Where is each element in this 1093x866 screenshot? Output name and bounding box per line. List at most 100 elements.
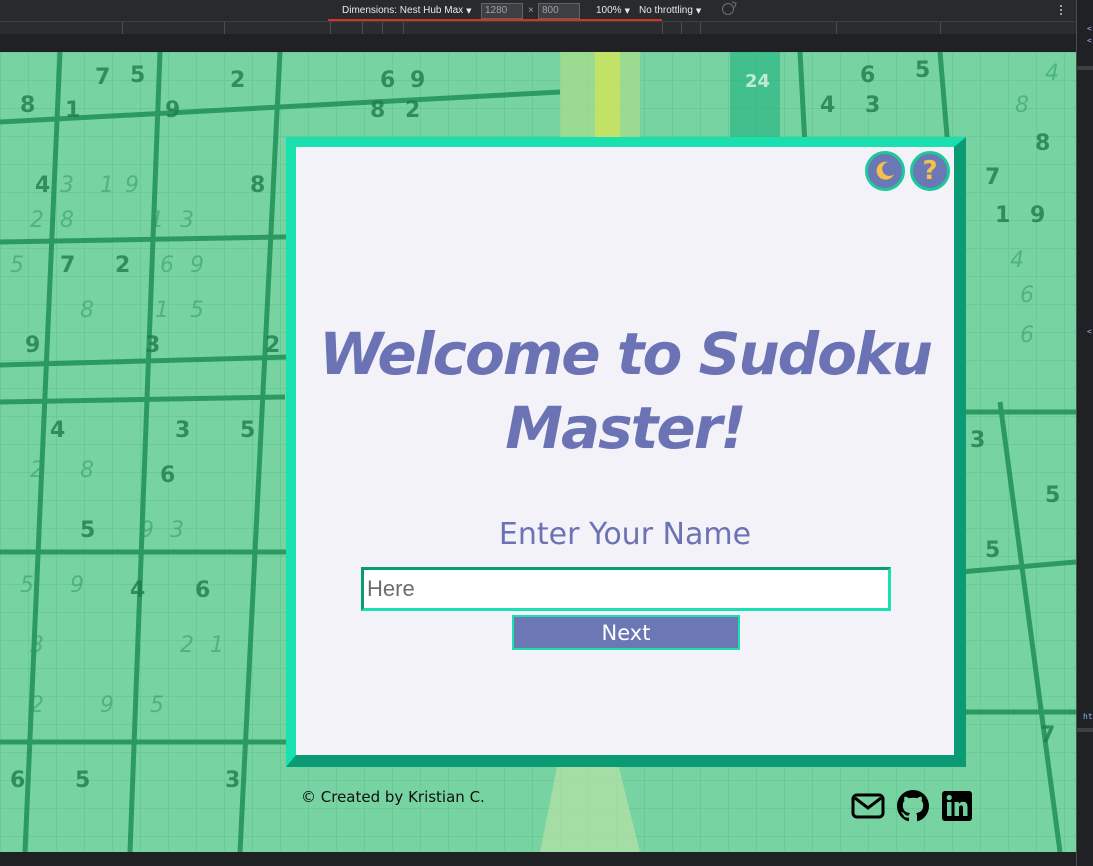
theme-toggle-button[interactable] (865, 151, 905, 191)
viewport-bottom-gap (0, 852, 1076, 866)
svg-text:4: 4 (820, 93, 835, 118)
svg-text:8: 8 (20, 93, 35, 118)
device-dimensions-label: Dimensions: Nest Hub Max (342, 5, 464, 16)
svg-text:1: 1 (210, 633, 224, 658)
svg-text:7: 7 (95, 65, 110, 90)
svg-text:3: 3 (60, 173, 74, 198)
svg-text:24: 24 (745, 71, 770, 92)
svg-text:5: 5 (150, 693, 164, 718)
side-url-fragment: htt (1083, 712, 1093, 721)
svg-text:3: 3 (30, 633, 44, 658)
svg-text:9: 9 (410, 68, 425, 93)
moon-icon (876, 161, 894, 180)
chevron-down-icon: ▼ (695, 6, 702, 15)
svg-text:5: 5 (1045, 483, 1060, 508)
svg-text:6: 6 (160, 253, 174, 278)
svg-text:5: 5 (240, 418, 255, 443)
svg-text:4: 4 (1045, 61, 1059, 86)
next-button[interactable]: Next (512, 615, 740, 650)
media-query-ruler (0, 21, 1076, 34)
svg-text:5: 5 (985, 538, 1000, 563)
svg-text:8: 8 (80, 458, 94, 483)
chevron-down-icon: ▼ (466, 6, 472, 15)
svg-text:4: 4 (1010, 248, 1024, 273)
svg-text:6: 6 (195, 578, 210, 603)
svg-text:9: 9 (25, 333, 40, 358)
zoom-dropdown[interactable]: 100% ▼ (596, 0, 630, 21)
footer-credit: © Created by Kristian C. (301, 788, 485, 806)
svg-text:2: 2 (30, 693, 44, 718)
svg-text:7: 7 (985, 165, 1000, 190)
linkedin-icon (942, 791, 972, 821)
side-marker-arrow: < (1087, 24, 1092, 33)
envelope-icon (851, 793, 885, 819)
svg-text:2: 2 (265, 333, 280, 358)
svg-text:3: 3 (170, 518, 184, 543)
device-width-input[interactable] (481, 2, 523, 19)
github-icon (897, 790, 929, 822)
svg-text:1: 1 (995, 203, 1010, 228)
svg-text:3: 3 (865, 93, 880, 118)
zoom-label: 100% (596, 5, 622, 16)
svg-text:6: 6 (860, 63, 875, 88)
svg-text:2: 2 (405, 98, 420, 123)
svg-text:3: 3 (180, 208, 194, 233)
svg-text:9: 9 (125, 173, 139, 198)
svg-text:5: 5 (20, 573, 34, 598)
svg-text:6: 6 (380, 68, 395, 93)
svg-text:9: 9 (190, 253, 204, 278)
svg-text:9: 9 (1030, 203, 1045, 228)
welcome-card: ? Welcome to Sudoku Master! Enter Your N… (286, 137, 966, 767)
throttling-dropdown[interactable]: No throttling ▼ (639, 0, 701, 21)
linkedin-link[interactable] (940, 789, 974, 823)
svg-text:7: 7 (60, 253, 75, 278)
svg-text:2: 2 (115, 253, 130, 278)
side-marker-arrow: < (1087, 36, 1092, 45)
device-dimensions-dropdown[interactable]: Dimensions: Nest Hub Max ▼ (342, 0, 472, 21)
svg-text:1: 1 (100, 173, 114, 198)
github-link[interactable] (896, 789, 930, 823)
device-height-input[interactable] (538, 2, 580, 19)
email-link[interactable] (849, 789, 887, 823)
svg-text:9: 9 (100, 693, 114, 718)
page-title: Welcome to Sudoku Master! (319, 320, 933, 462)
svg-text:5: 5 (10, 253, 24, 278)
devtools-device-toolbar: Dimensions: Nest Hub Max ▼ × 100% ▼ No t… (0, 0, 1076, 22)
name-input[interactable] (361, 567, 891, 611)
svg-text:2: 2 (230, 68, 245, 93)
svg-text:5: 5 (75, 768, 90, 793)
svg-text:3: 3 (970, 428, 985, 453)
svg-text:7: 7 (1040, 723, 1055, 748)
svg-text:5: 5 (190, 298, 204, 323)
dimension-times-sign: × (528, 5, 534, 16)
throttling-label: No throttling (639, 5, 693, 16)
svg-text:8: 8 (370, 98, 385, 123)
side-marker-arrow: < (1087, 327, 1092, 336)
svg-text:2: 2 (180, 633, 194, 658)
page-viewport: 875 269 1982 4872 932 435 6546 653 6543 … (0, 52, 1076, 852)
svg-text:6: 6 (160, 463, 175, 488)
svg-text:5: 5 (80, 518, 95, 543)
svg-text:8: 8 (60, 208, 74, 233)
svg-text:8: 8 (1015, 93, 1029, 118)
svg-text:1: 1 (155, 298, 169, 323)
svg-text:8: 8 (250, 173, 265, 198)
svg-text:1: 1 (65, 98, 80, 123)
svg-text:2: 2 (30, 208, 44, 233)
svg-text:6: 6 (1020, 323, 1034, 348)
svg-text:5: 5 (130, 63, 145, 88)
svg-text:9: 9 (165, 98, 180, 123)
svg-text:2: 2 (30, 458, 44, 483)
svg-text:3: 3 (175, 418, 190, 443)
more-options-icon[interactable] (1056, 1, 1066, 19)
svg-text:6: 6 (10, 768, 25, 793)
rotate-icon[interactable] (722, 3, 734, 15)
svg-text:8: 8 (80, 298, 94, 323)
help-button[interactable]: ? (910, 151, 950, 191)
devtools-side-panel: < < < htt (1076, 0, 1093, 866)
svg-text:5: 5 (915, 58, 930, 83)
svg-text:8: 8 (1035, 131, 1050, 156)
svg-text:3: 3 (145, 333, 160, 358)
svg-text:4: 4 (130, 578, 145, 603)
svg-text:6: 6 (1020, 283, 1034, 308)
